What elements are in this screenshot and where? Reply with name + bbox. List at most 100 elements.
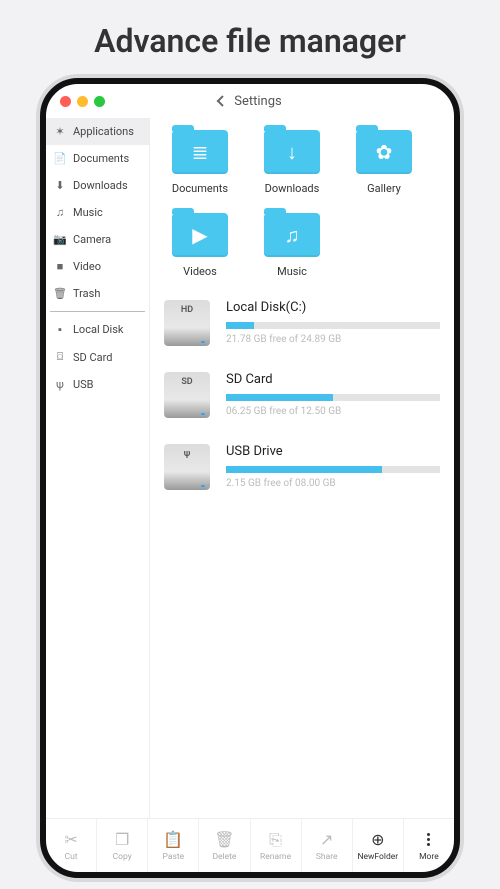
folder-icon: ♫	[264, 213, 320, 257]
sidebar-item-documents[interactable]: 📄 Documents	[46, 145, 149, 172]
toolbar-delete-button[interactable]: 🗑Delete	[199, 819, 250, 872]
toolbar-label: Paste	[163, 852, 185, 862]
cut-icon: ✂	[64, 830, 77, 850]
minimize-icon[interactable]	[77, 96, 88, 107]
storage-usage-bar	[226, 394, 440, 401]
toolbar-label: Delete	[212, 852, 236, 862]
paste-icon: 📋	[163, 830, 183, 850]
sidebar-item-label: Trash	[73, 287, 100, 300]
video-icon: ■	[54, 260, 66, 273]
sidebar-item-label: Documents	[73, 152, 129, 165]
toolbar-copy-button[interactable]: ❐ Copy	[97, 819, 148, 872]
toolbar-share-button[interactable]: ↗ Share	[302, 819, 353, 872]
rename-icon: ⎘	[269, 830, 282, 850]
folder-label: Documents	[172, 182, 228, 195]
sidebar: ✶ Applications 📄 Documents ⬇ Downloads ♫ Music 📷…	[46, 118, 150, 818]
toolbar-rename-button[interactable]: ⎘Rename	[251, 819, 302, 872]
sidebar-item-label: Music	[73, 206, 103, 219]
folder-videos[interactable]: ▶ Videos	[164, 213, 236, 278]
sidebar-item-music[interactable]: ♫ Music	[46, 199, 149, 226]
storage-info: SD Card06.25 GB free of 12.50 GB	[226, 372, 440, 417]
toolbar-more-button[interactable]: More	[404, 819, 454, 872]
sidebar-item-trash[interactable]: 🗑 Trash	[46, 280, 149, 307]
back-button[interactable]: Settings	[218, 94, 281, 109]
folder-music[interactable]: ♫ Music	[256, 213, 328, 278]
sidebar-item-camera[interactable]: 📷 Camera	[46, 226, 149, 253]
storage-free-text: 2.15 GB free of 08.00 GB	[226, 478, 440, 489]
toolbar-label: Cut	[65, 852, 78, 862]
storage-info: Local Disk(C:) 21.78 GB free of 24.89 GB	[226, 300, 440, 345]
newfolder-icon: ⊕	[371, 830, 384, 850]
sidebar-divider	[50, 311, 145, 312]
sd-card-icon: ⌼	[54, 350, 66, 364]
storage-usage-bar	[226, 466, 440, 473]
phone-frame: Settings ✶ Applications 📄 Documents ⬇ Downloa…	[40, 78, 460, 878]
more-icon	[427, 830, 430, 850]
sidebar-item-video[interactable]: ■Video	[46, 253, 149, 280]
sidebar-item-sd-card[interactable]: ⌼ SD Card	[46, 343, 149, 371]
toolbar-cut-button[interactable]: ✂ Cut	[46, 819, 97, 872]
local-disk-icon: ▪	[54, 323, 66, 336]
maximize-icon[interactable]	[94, 96, 105, 107]
sidebar-item-label: USB	[73, 378, 94, 391]
storage-name: USB Drive	[226, 444, 440, 459]
storage-usage-bar	[226, 322, 440, 329]
bottom-toolbar: ✂ Cut ❐ Copy 📋 Paste 🗑Delete⎘Rename ↗ Share ⊕ NewF…	[46, 818, 454, 872]
folder-gallery[interactable]: ✿ Gallery	[348, 130, 420, 195]
usb-icon: ψ	[54, 378, 66, 391]
sidebar-item-label: Downloads	[73, 179, 128, 192]
storage-free-text: 21.78 GB free of 24.89 GB	[226, 334, 440, 345]
storage-list: HDLocal Disk(C:)21.78 GB free of 24.89 G…	[164, 300, 440, 490]
folder-grid: ≣ Documents ↓ Downloads ✿ Gallery ▶ Videos ♫ Musi…	[164, 130, 440, 278]
content: ≣ Documents ↓ Downloads ✿ Gallery ▶ Videos ♫ Musi…	[150, 118, 454, 818]
trash-icon: 🗑	[54, 287, 66, 300]
toolbar-newfolder-button[interactable]: ⊕ NewFolder	[353, 819, 404, 872]
storage-row[interactable]: HDLocal Disk(C:)21.78 GB free of 24.89 G…	[164, 300, 440, 346]
sidebar-item-applications[interactable]: ✶ Applications	[46, 118, 149, 145]
sidebar-item-label: SD Card	[73, 351, 112, 364]
folder-label: Downloads	[265, 182, 320, 195]
window-controls	[60, 96, 105, 107]
storage-info: USB Drive 2.15 GB free of 08.00 GB	[226, 444, 440, 489]
share-icon: ↗	[320, 830, 333, 850]
storage-name: Local Disk(C:)	[226, 300, 440, 315]
storage-row[interactable]: SDSD Card06.25 GB free of 12.50 GB	[164, 372, 440, 418]
storage-row[interactable]: ψ USB Drive 2.15 GB free of 08.00 GB	[164, 444, 440, 490]
sidebar-item-label: Camera	[73, 233, 111, 246]
folder-documents[interactable]: ≣ Documents	[164, 130, 236, 195]
camera-icon: 📷	[54, 233, 66, 246]
folder-icon: ✿	[356, 130, 412, 174]
window-title: Settings	[234, 94, 281, 109]
window-topbar: Settings	[46, 84, 454, 118]
storage-usage-fill	[226, 322, 254, 329]
folder-downloads[interactable]: ↓ Downloads	[256, 130, 328, 195]
downloads-icon: ⬇	[54, 179, 66, 192]
folder-label: Gallery	[367, 182, 401, 195]
storage-usage-fill	[226, 466, 382, 473]
sidebar-item-label: Applications	[73, 125, 134, 138]
applications-icon: ✶	[54, 125, 66, 138]
music-icon: ♫	[54, 206, 66, 219]
toolbar-label: More	[419, 852, 439, 862]
folder-icon: ▶	[172, 213, 228, 257]
toolbar-paste-button[interactable]: 📋 Paste	[148, 819, 199, 872]
documents-icon: 📄	[54, 152, 66, 165]
page-title: Advance file manager	[0, 0, 500, 78]
toolbar-label: Share	[316, 852, 338, 862]
drive-icon: ψ	[164, 444, 210, 490]
toolbar-label: Copy	[113, 852, 132, 862]
music-glyph-icon: ♫	[264, 213, 320, 257]
folder-label: Music	[277, 265, 307, 278]
toolbar-label: NewFolder	[357, 852, 398, 862]
folder-icon: ≣	[172, 130, 228, 174]
close-icon[interactable]	[60, 96, 71, 107]
folder-label: Videos	[183, 265, 217, 278]
sidebar-item-downloads[interactable]: ⬇ Downloads	[46, 172, 149, 199]
sidebar-item-local-disk[interactable]: ▪Local Disk	[46, 316, 149, 343]
storage-name: SD Card	[226, 372, 440, 387]
videos-glyph-icon: ▶	[172, 213, 228, 257]
copy-icon: ❐	[115, 830, 129, 850]
folder-icon: ↓	[264, 130, 320, 174]
screen: Settings ✶ Applications 📄 Documents ⬇ Downloa…	[46, 84, 454, 872]
sidebar-item-usb[interactable]: ψ USB	[46, 371, 149, 398]
